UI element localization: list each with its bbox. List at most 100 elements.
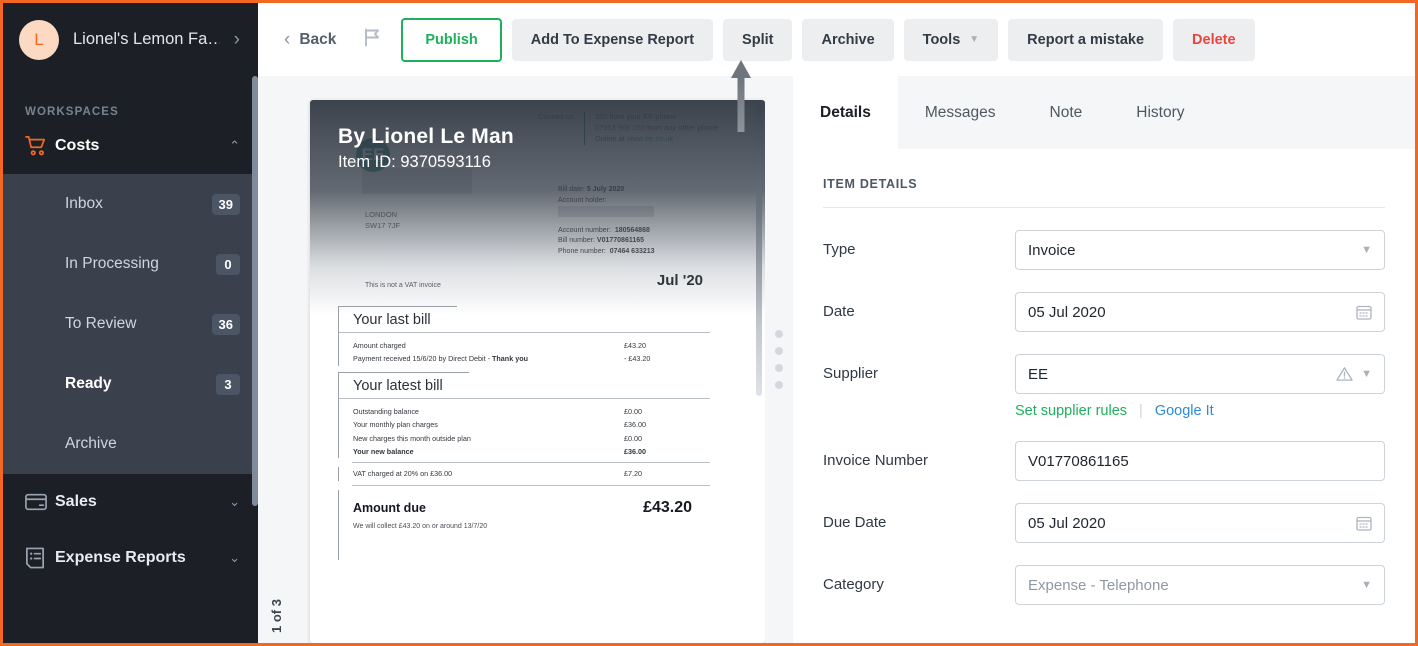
calendar-icon[interactable] (1356, 515, 1372, 531)
bill-row: Outstanding balance £0.00 (353, 407, 642, 416)
page-indicator-label: 1 of 3 (269, 599, 284, 633)
tab-messages[interactable]: Messages (898, 76, 1023, 149)
sidebar-item-inbox[interactable]: Inbox 39 (3, 174, 258, 234)
tab-details[interactable]: Details (793, 76, 898, 149)
split-button[interactable]: Split (723, 18, 793, 61)
field-row-supplier: Supplier EE ▼ Set supplier rules | Googl… (823, 354, 1385, 419)
google-it-link[interactable]: Google It (1155, 403, 1214, 419)
category-select[interactable]: Expense - Telephone ▼ (1015, 565, 1385, 605)
workspace-switcher[interactable]: L Lionel's Lemon Fa… › (3, 3, 258, 76)
contact-divider (583, 112, 585, 145)
supplier-links: Set supplier rules | Google It (1015, 403, 1385, 419)
collect-note: We will collect £43.20 on or around 13/7… (338, 522, 710, 560)
delete-button[interactable]: Delete (1173, 18, 1255, 61)
chevron-up-icon: ⌃ (229, 138, 240, 153)
sidebar-group-label: Costs (55, 137, 100, 154)
sidebar-item-to-review[interactable]: To Review 36 (3, 294, 258, 354)
sidebar-item-label: Inbox (65, 195, 103, 212)
chevron-right-icon: › (233, 28, 240, 50)
main-area: ‹ Back Publish Add To Expense Report Spl… (258, 3, 1415, 643)
latest-bill-heading: Your latest bill (338, 372, 469, 399)
chevron-down-icon: ⌄ (229, 494, 240, 509)
sidebar-item-label: To Review (65, 315, 137, 332)
field-label-supplier: Supplier (823, 365, 879, 382)
field-row-due-date: Due Date 05 Jul 2020 (823, 503, 1385, 543)
report-a-mistake-button[interactable]: Report a mistake (1008, 18, 1164, 61)
bill-separator (352, 462, 710, 464)
document-title: By Lionel Le Man (338, 125, 514, 148)
field-row-date: Date 05 Jul 2020 (823, 292, 1385, 332)
tools-button[interactable]: Tools ▼ (903, 18, 999, 61)
document-preview-pane: 1 of 3 Contact us 150 from your EE phone… (258, 76, 793, 643)
cart-icon (25, 136, 55, 156)
contact-lines: 150 from your EE phone 07953 966 250 fro… (595, 112, 718, 145)
back-button[interactable]: ‹ Back (276, 23, 344, 57)
resize-dot (775, 347, 783, 355)
sidebar-item-in-processing[interactable]: In Processing 0 (3, 234, 258, 294)
sidebar-group-sales[interactable]: Sales ⌄ (3, 474, 258, 530)
add-to-expense-report-button[interactable]: Add To Expense Report (511, 18, 714, 61)
document-scrollbar-thumb[interactable] (756, 104, 762, 396)
publish-button[interactable]: Publish (401, 17, 502, 62)
tab-history[interactable]: History (1109, 76, 1211, 149)
app-window: L Lionel's Lemon Fa… › WORKSPACES Costs … (0, 0, 1418, 646)
link-divider: | (1139, 403, 1143, 419)
sidebar: L Lionel's Lemon Fa… › WORKSPACES Costs … (3, 3, 258, 643)
field-row-invoice-number: Invoice Number V01770861165 (823, 441, 1385, 481)
document-item-id: Item ID: 9370593116 (338, 153, 491, 171)
invoice-address: LONDON SW17 7JF (365, 210, 400, 232)
category-value: Expense - Telephone (1028, 576, 1169, 594)
sidebar-item-archive[interactable]: Archive (3, 414, 258, 474)
field-label-invoice-number: Invoice Number (823, 452, 929, 469)
bill-row: Payment received 15/6/20 by Direct Debit… (353, 354, 651, 364)
receipt-icon (25, 547, 55, 569)
flag-button[interactable] (354, 22, 391, 58)
sidebar-item-label: In Processing (65, 255, 159, 272)
not-vat-note: This is not a VAT invoice (365, 282, 441, 289)
panel-resize-handle[interactable] (765, 76, 793, 643)
sidebar-item-ready[interactable]: Ready 3 (3, 354, 258, 414)
due-date-input[interactable]: 05 Jul 2020 (1015, 503, 1385, 543)
contact-line-2: 07953 966 250 from any other phone (594, 122, 719, 132)
resize-dot (775, 330, 783, 338)
phone-number-row: Phone number: 07464 633213 (558, 247, 655, 255)
calendar-icon[interactable] (1356, 304, 1372, 320)
sidebar-item-badge: 39 (211, 193, 240, 215)
type-value: Invoice (1028, 241, 1076, 259)
bill-row: New charges this month outside plan £0.0… (353, 433, 642, 443)
tab-note[interactable]: Note (1023, 76, 1110, 149)
field-row-type: Type Invoice ▼ (823, 230, 1385, 270)
account-holder-redaction (558, 206, 655, 222)
chevron-down-icon: ▼ (1361, 579, 1372, 591)
field-label-type: Type (823, 241, 856, 258)
amount-due-row: Amount due £43.20 (338, 489, 710, 523)
archive-button[interactable]: Archive (802, 18, 894, 61)
date-input[interactable]: 05 Jul 2020 (1015, 292, 1385, 332)
workspace-name: Lionel's Lemon Fa… (73, 30, 220, 48)
sidebar-group-label: Expense Reports (55, 549, 186, 566)
amount-due-label: Amount due (353, 500, 426, 515)
set-supplier-rules-link[interactable]: Set supplier rules (1015, 403, 1127, 419)
chevron-down-icon: ⌄ (229, 550, 240, 565)
bill-row: Amount charged £43.20 (353, 341, 646, 350)
sidebar-group-costs[interactable]: Costs ⌃ (3, 118, 258, 174)
field-label-due-date: Due Date (823, 514, 887, 531)
sidebar-item-badge: 0 (216, 253, 240, 275)
type-select[interactable]: Invoice ▼ (1015, 230, 1385, 270)
sidebar-group-label: Sales (55, 493, 97, 510)
supplier-select[interactable]: EE ▼ (1015, 354, 1385, 394)
warning-icon[interactable] (1336, 366, 1353, 382)
chevron-left-icon: ‹ (284, 28, 291, 50)
tools-label: Tools (922, 31, 961, 48)
bill-row-total: Your new balance £36.00 (353, 446, 646, 456)
date-value: 05 Jul 2020 (1028, 303, 1106, 321)
details-tabs: Details Messages Note History (793, 76, 1415, 149)
invoice-contact-block: Contact us 150 from your EE phone 07953 … (538, 112, 718, 145)
document-card[interactable]: Contact us 150 from your EE phone 07953 … (310, 100, 765, 643)
last-bill-heading: Your last bill (338, 306, 457, 333)
resize-dot (775, 381, 783, 389)
sidebar-group-expense-reports[interactable]: Expense Reports ⌄ (3, 530, 258, 586)
workspaces-label: WORKSPACES (25, 106, 119, 118)
invoice-number-input[interactable]: V01770861165 (1015, 441, 1385, 481)
chevron-down-icon: ▼ (969, 34, 980, 45)
